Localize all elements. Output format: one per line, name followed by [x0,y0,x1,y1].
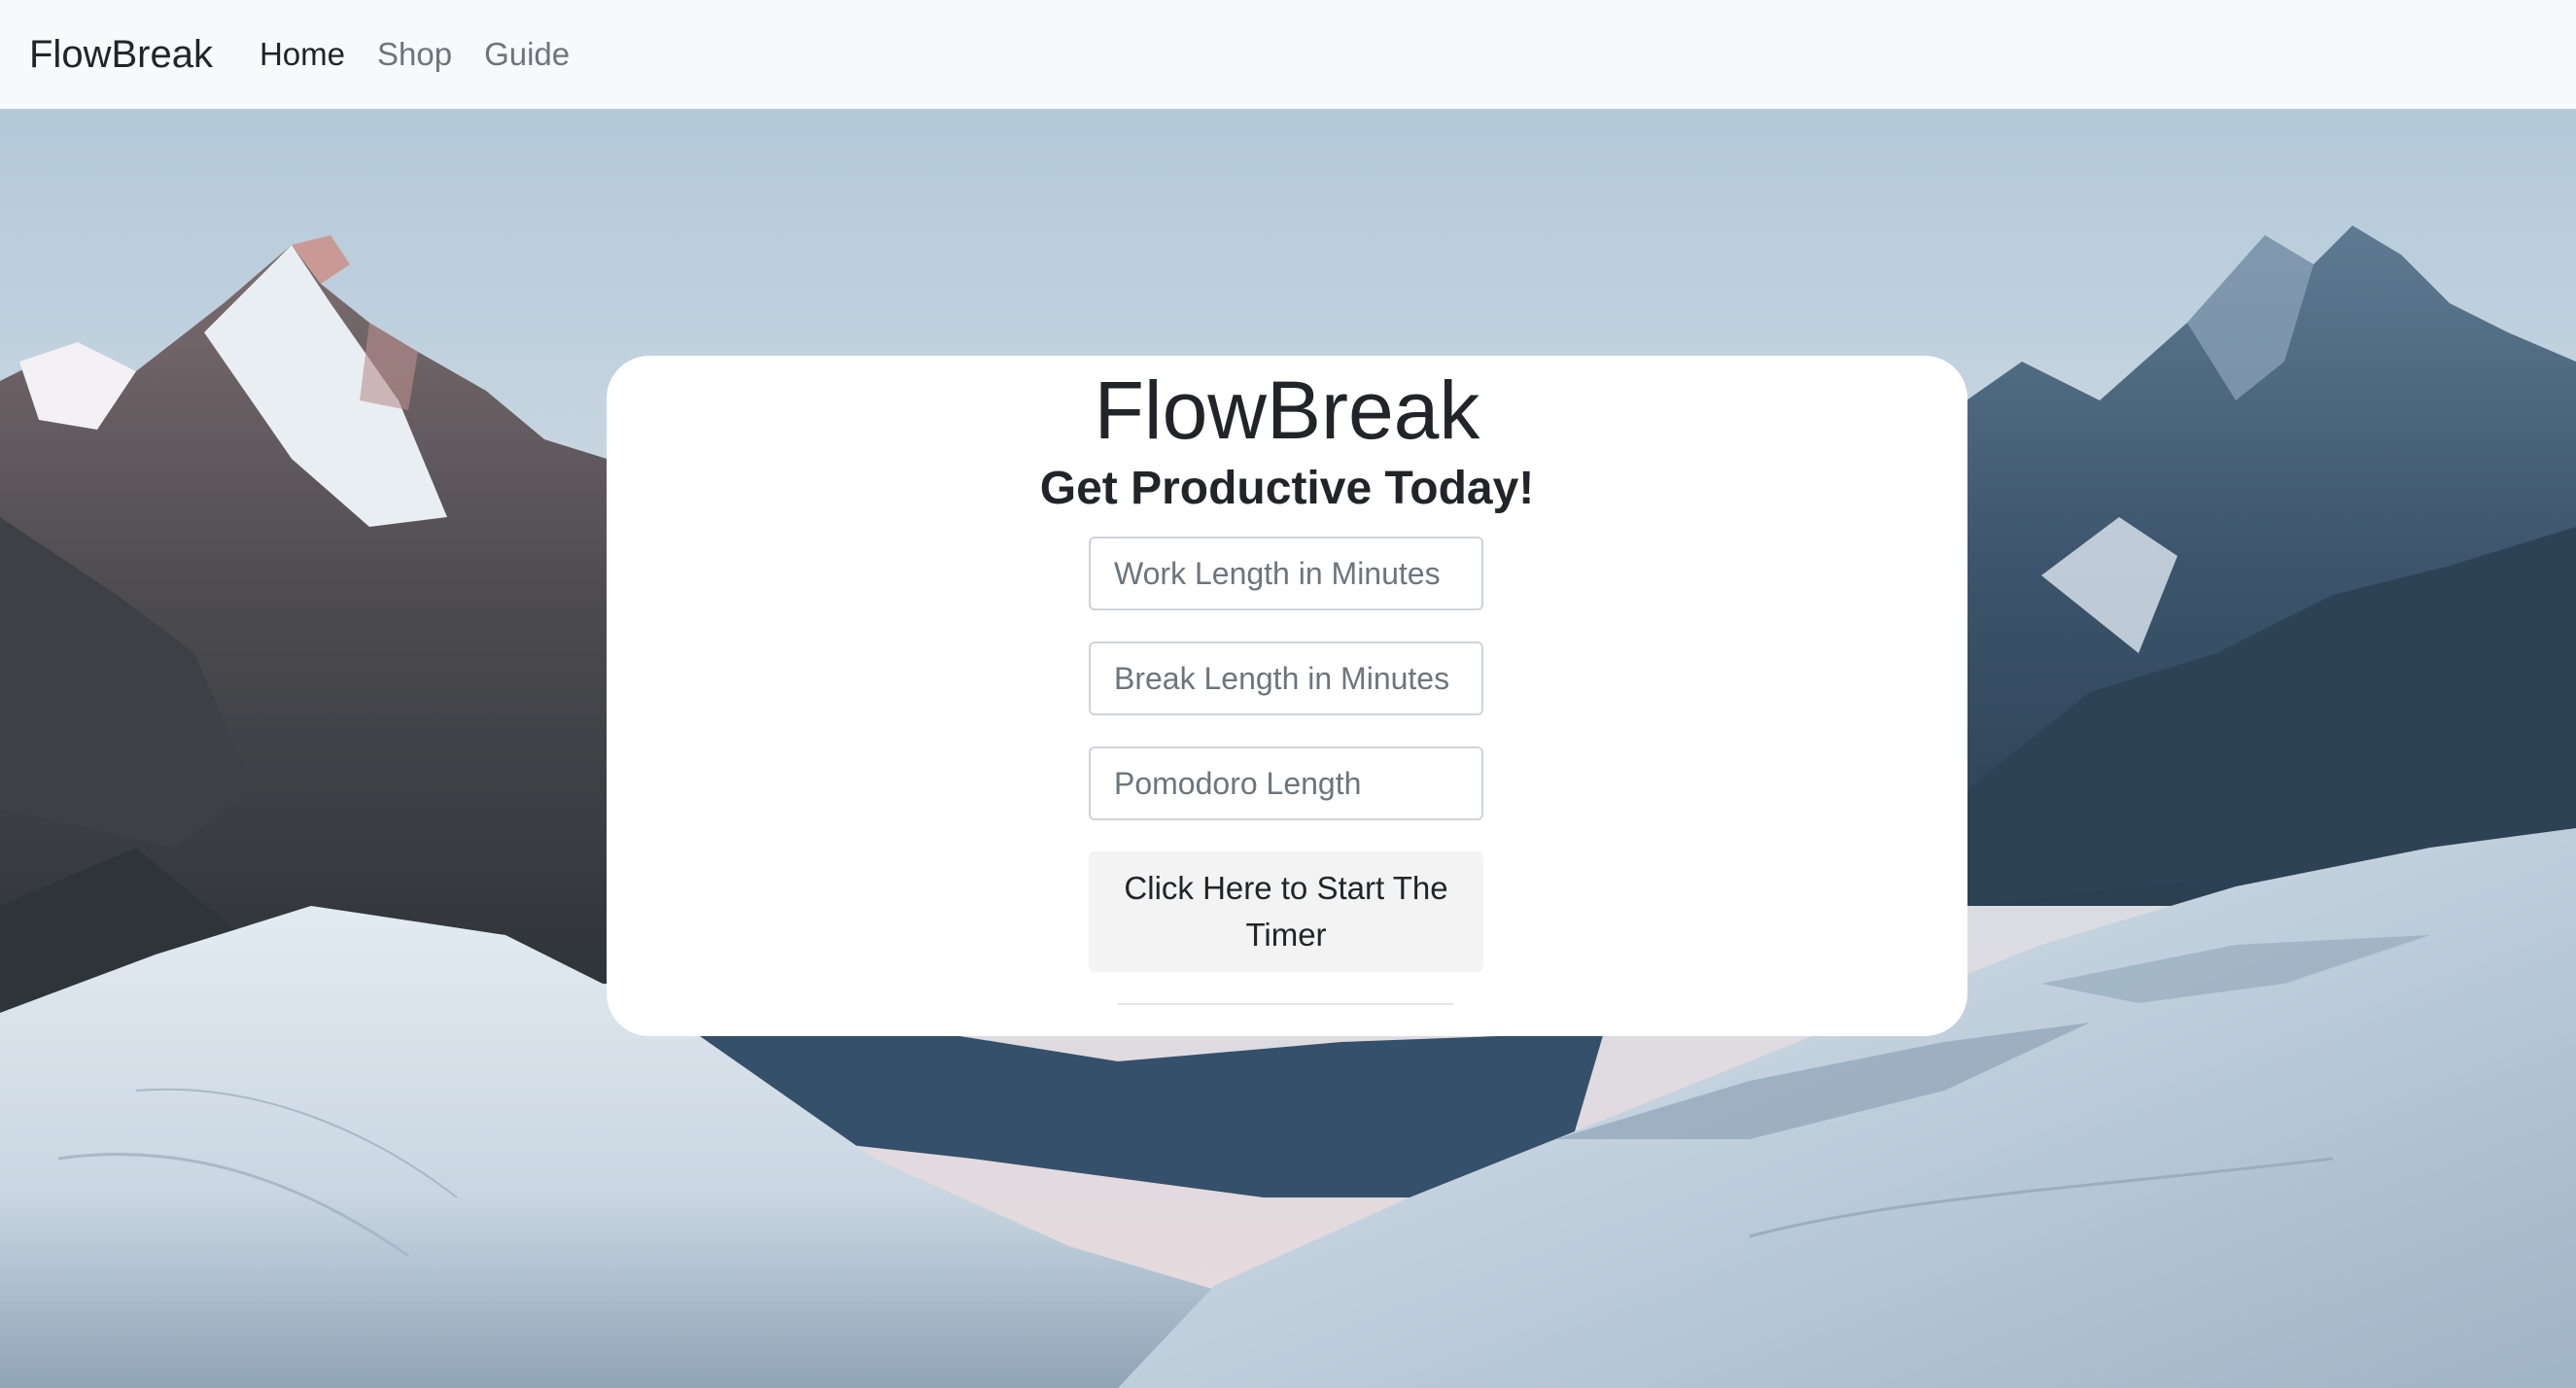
nav-link-guide[interactable]: Guide [484,36,570,73]
pomodoro-length-input[interactable] [1089,746,1483,820]
nav-link-home[interactable]: Home [260,36,345,73]
top-navbar: FlowBreak Home Shop Guide [0,0,2576,109]
card-subtitle: Get Productive Today! [1039,463,1535,514]
break-length-input[interactable] [1089,642,1483,715]
navbar-brand[interactable]: FlowBreak [29,33,213,77]
card-title: FlowBreak [1094,364,1480,456]
timer-setup-card: FlowBreak Get Productive Today! Click He… [607,356,1967,1036]
work-length-input[interactable] [1089,537,1483,610]
nav-link-shop[interactable]: Shop [377,36,452,73]
start-timer-button[interactable]: Click Here to Start The Timer [1089,851,1483,972]
card-divider [1118,1003,1454,1005]
